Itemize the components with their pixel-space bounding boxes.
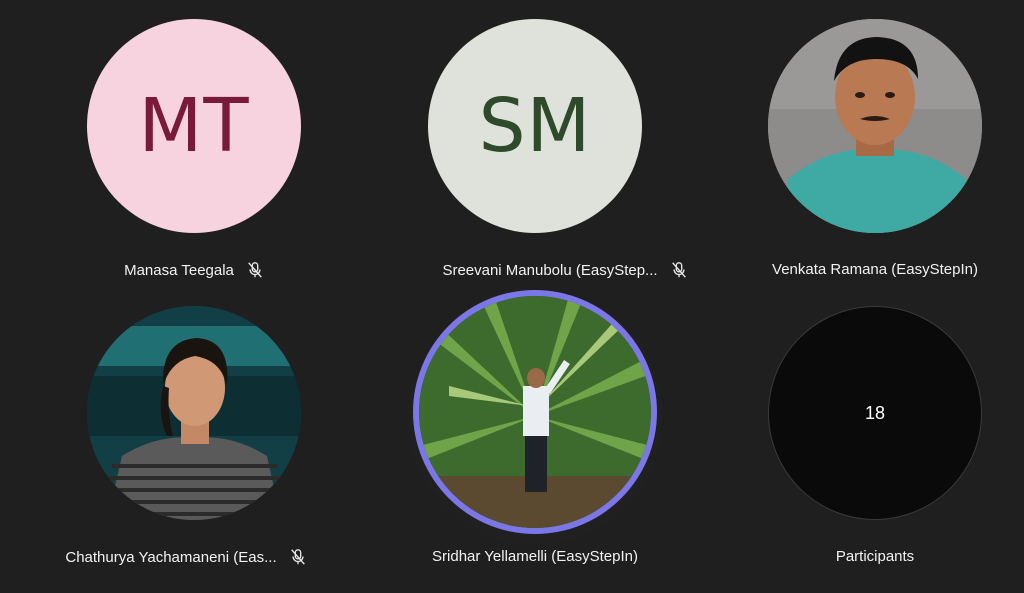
participants-label-row: Participants bbox=[705, 548, 1024, 565]
avatar-initials: MT bbox=[138, 83, 250, 169]
avatar-photo bbox=[768, 19, 982, 233]
participants-label: Participants bbox=[835, 548, 915, 565]
participant-name: Manasa Teegala bbox=[124, 261, 234, 279]
speaking-ring bbox=[413, 290, 657, 534]
avatar: MT bbox=[87, 19, 301, 233]
profile-photo-icon bbox=[419, 296, 651, 528]
avatar-photo bbox=[419, 296, 651, 528]
participant-name-row: Venkata Ramana (EasyStepIn) bbox=[705, 261, 1024, 278]
participant-tile-manasa[interactable]: MT Manasa Teegala bbox=[24, 0, 364, 296]
participant-name: Sridhar Yellamelli (EasyStepIn) bbox=[432, 548, 638, 565]
profile-photo-icon bbox=[87, 306, 301, 520]
participant-name-row: Manasa Teegala bbox=[24, 261, 364, 279]
participant-name-row: Chathurya Yachamaneni (Eas... bbox=[16, 548, 356, 566]
participant-name-row: Sridhar Yellamelli (EasyStepIn) bbox=[365, 548, 705, 565]
participants-count-circle[interactable]: 18 bbox=[768, 306, 982, 520]
avatar-photo bbox=[87, 306, 301, 520]
participant-tile-venkata[interactable]: Venkata Ramana (EasyStepIn) bbox=[684, 0, 1024, 296]
meeting-gallery: MT Manasa Teegala SM Sreevani Manubolu (… bbox=[0, 0, 1024, 593]
profile-photo-icon bbox=[768, 19, 982, 233]
avatar-initials: SM bbox=[478, 83, 592, 169]
participants-count: 18 bbox=[864, 402, 886, 423]
participant-name: Chathurya Yachamaneni (Eas... bbox=[65, 548, 277, 566]
participant-tile-chathurya[interactable]: Chathurya Yachamaneni (Eas... bbox=[24, 296, 364, 592]
participant-tile-sridhar[interactable]: Sridhar Yellamelli (EasyStepIn) bbox=[365, 288, 705, 592]
avatar: SM bbox=[428, 19, 642, 233]
mic-off-icon bbox=[248, 262, 262, 278]
participant-name: Venkata Ramana (EasyStepIn) bbox=[772, 261, 978, 278]
participant-name: Sreevani Manubolu (EasyStep... bbox=[442, 261, 658, 279]
mic-off-icon bbox=[290, 549, 305, 565]
participant-tile-sreevani[interactable]: SM Sreevani Manubolu (EasyStep... bbox=[365, 0, 705, 296]
participants-overflow-tile[interactable]: 18 Participants bbox=[684, 296, 1024, 592]
